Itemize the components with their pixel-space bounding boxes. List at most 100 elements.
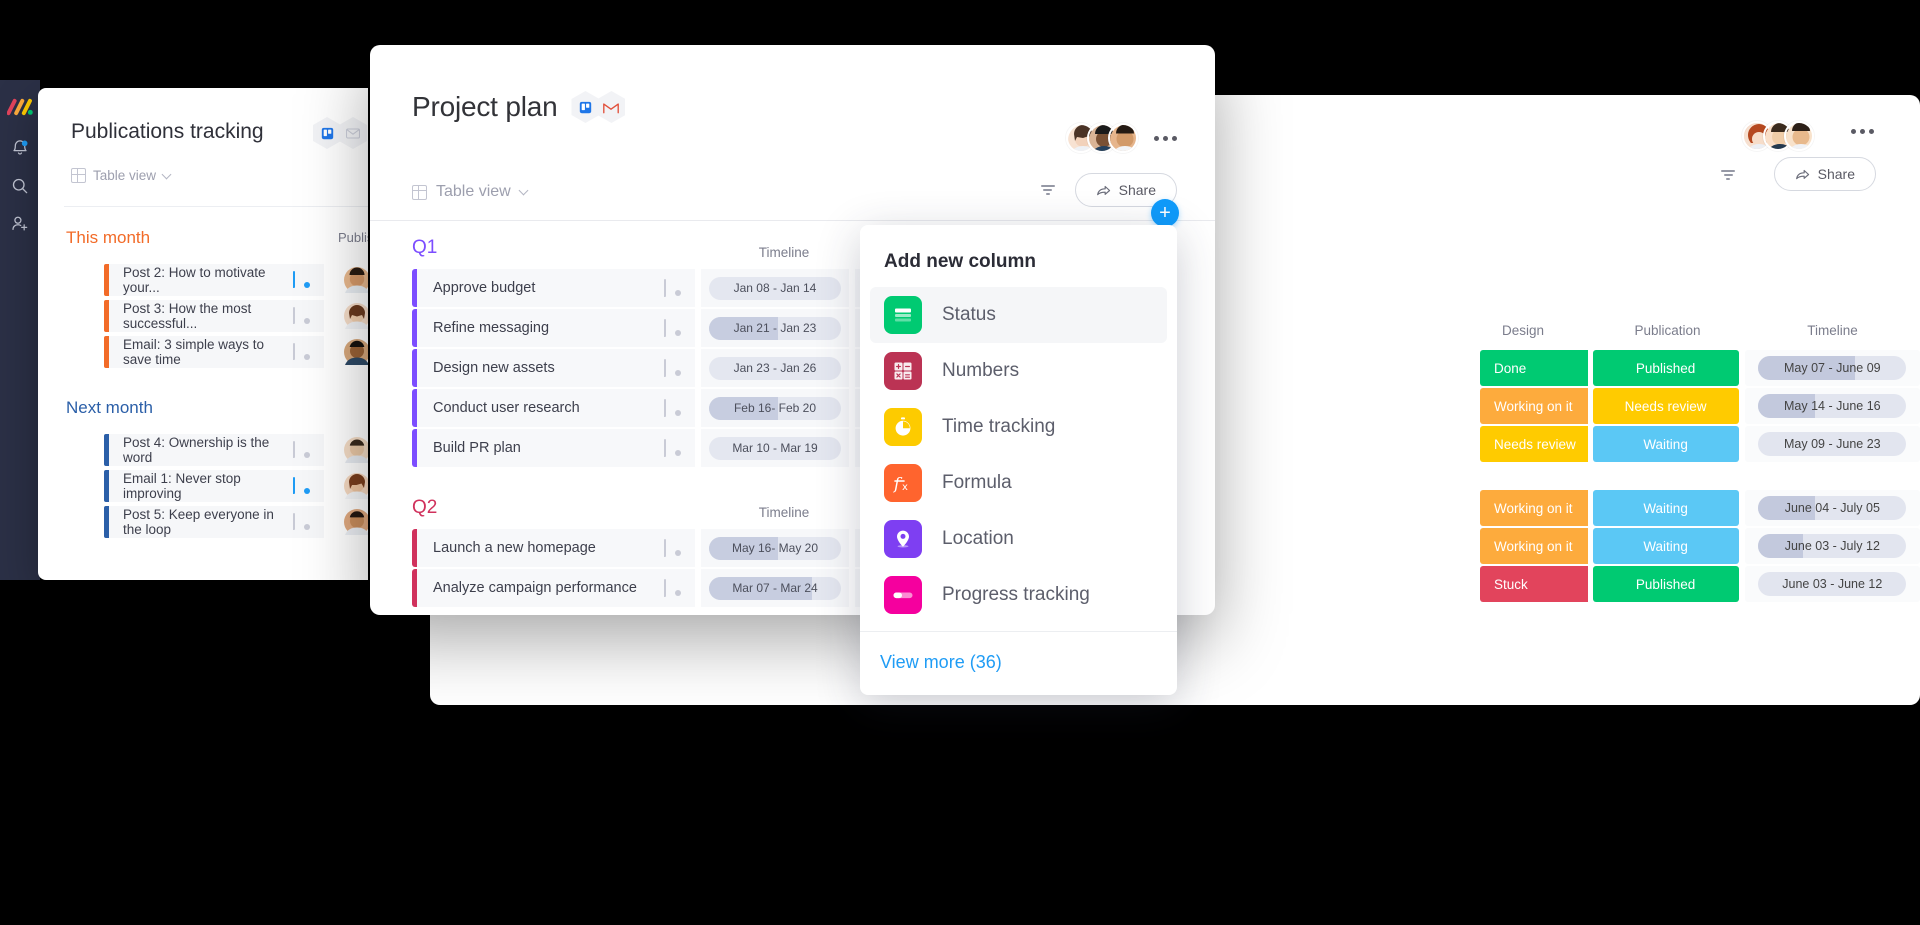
design-status-badge[interactable]: Stuck: [1480, 566, 1588, 602]
timeline-cell[interactable]: Jan 21 - Jan 23: [701, 309, 849, 347]
design-status-badge[interactable]: Working on it: [1480, 388, 1588, 424]
dropdown-item-numbers[interactable]: Numbers: [870, 343, 1167, 399]
comment-bubble-icon[interactable]: [293, 513, 310, 530]
avatar[interactable]: [344, 437, 368, 463]
view-selector[interactable]: Table view: [412, 183, 529, 201]
dropdown-item-formula[interactable]: f x Formula: [870, 455, 1167, 511]
comment-bubble-icon[interactable]: [664, 399, 681, 417]
timeline-cell[interactable]: May 07 - June 09: [1744, 350, 1920, 386]
dropdown-item-location[interactable]: Location: [870, 511, 1167, 567]
publication-status-badge[interactable]: Needs review: [1592, 388, 1739, 424]
design-status-badge[interactable]: Working on it: [1480, 490, 1588, 526]
task-name-cell[interactable]: Email: 3 simple ways to save time: [109, 336, 324, 368]
timeline-cell[interactable]: May 16- May 20: [701, 529, 849, 567]
avatar[interactable]: [344, 267, 368, 293]
dropdown-item-progress-tracking[interactable]: Progress tracking: [870, 567, 1167, 623]
publisher-cell[interactable]: [331, 470, 368, 502]
time-tracking-icon: [884, 408, 922, 446]
gmail-icon[interactable]: [597, 91, 626, 123]
task-name-cell[interactable]: Post 4: Ownership is the word: [109, 434, 324, 466]
timeline-cell[interactable]: Jan 08 - Jan 14: [701, 269, 849, 307]
comment-bubble-icon[interactable]: [664, 279, 681, 297]
task-name-cell[interactable]: Design new assets: [417, 349, 695, 387]
share-button[interactable]: Share: [1773, 157, 1876, 191]
bell-icon[interactable]: [10, 138, 30, 158]
timeline-cell[interactable]: June 03 - July 12: [1744, 528, 1920, 564]
task-name-cell[interactable]: Post 5: Keep everyone in the loop: [109, 506, 324, 538]
avatar[interactable]: [344, 339, 368, 365]
task-name-cell[interactable]: Launch a new homepage: [417, 529, 695, 567]
comment-bubble-icon[interactable]: [664, 319, 681, 337]
design-status-badge[interactable]: Needs review: [1480, 426, 1588, 462]
timeline-cell[interactable]: Mar 10 - Mar 19: [701, 429, 849, 467]
publisher-cell[interactable]: [331, 264, 368, 296]
add-column-button[interactable]: +: [1151, 199, 1179, 227]
filter-icon[interactable]: [1040, 185, 1055, 195]
avatar[interactable]: [1784, 121, 1814, 151]
mail-icon[interactable]: [339, 117, 367, 149]
timeline-cell[interactable]: May 09 - June 23: [1744, 426, 1920, 462]
task-name-cell[interactable]: Post 2: How to motivate your...: [109, 264, 324, 296]
timeline-cell[interactable]: June 03 - June 12: [1744, 566, 1920, 602]
dropdown-item-time-tracking[interactable]: Time tracking: [870, 399, 1167, 455]
comment-bubble-icon[interactable]: [293, 477, 310, 494]
search-icon[interactable]: [10, 176, 30, 196]
task-name-cell[interactable]: Build PR plan: [417, 429, 695, 467]
task-name-cell[interactable]: Analyze campaign performance: [417, 569, 695, 607]
task-name-cell[interactable]: Email 1: Never stop improving: [109, 470, 324, 502]
comment-bubble-icon[interactable]: [293, 441, 310, 458]
avatar[interactable]: [344, 473, 368, 499]
task-name-cell[interactable]: Refine messaging: [417, 309, 695, 347]
dropdown-item-status[interactable]: Status: [870, 287, 1167, 343]
view-more-link[interactable]: View more (36): [880, 652, 1002, 672]
task-name-cell[interactable]: Conduct user research: [417, 389, 695, 427]
list-item[interactable]: Post 2: How to motivate your...: [104, 264, 368, 296]
comment-bubble-icon[interactable]: [664, 579, 681, 597]
publication-status-badge[interactable]: Waiting: [1592, 490, 1739, 526]
more-options-button[interactable]: [1851, 129, 1874, 134]
comment-bubble-icon[interactable]: [293, 271, 310, 288]
list-item[interactable]: Post 4: Ownership is the word: [104, 434, 368, 466]
table-row[interactable]: Working on it Waiting June 03 - July 12: [1480, 528, 1920, 564]
timeline-cell[interactable]: June 04 - July 05: [1744, 490, 1920, 526]
filter-icon[interactable]: [1721, 170, 1735, 180]
avatar[interactable]: [344, 303, 368, 329]
avatar[interactable]: [1108, 123, 1138, 153]
task-name-cell[interactable]: Post 3: How the most successful...: [109, 300, 324, 332]
publisher-cell[interactable]: [331, 336, 368, 368]
more-options-button[interactable]: [1154, 135, 1177, 141]
comment-bubble-icon[interactable]: [664, 539, 681, 557]
publication-status-badge[interactable]: Published: [1592, 350, 1739, 386]
comment-bubble-icon[interactable]: [664, 439, 681, 457]
table-row[interactable]: Needs review Waiting May 09 - June 23: [1480, 426, 1920, 462]
table-row[interactable]: Stuck Published June 03 - June 12: [1480, 566, 1920, 602]
trello-icon[interactable]: [571, 91, 600, 123]
timeline-cell[interactable]: Mar 07 - Mar 24: [701, 569, 849, 607]
trello-icon[interactable]: [313, 117, 341, 149]
publication-status-badge[interactable]: Waiting: [1592, 426, 1739, 462]
invite-user-icon[interactable]: [10, 214, 30, 234]
publisher-cell[interactable]: [331, 506, 368, 538]
comment-bubble-icon[interactable]: [664, 359, 681, 377]
publisher-cell[interactable]: [331, 434, 368, 466]
list-item[interactable]: Post 5: Keep everyone in the loop: [104, 506, 368, 538]
timeline-cell[interactable]: May 14 - June 16: [1744, 388, 1920, 424]
publication-status-badge[interactable]: Waiting: [1592, 528, 1739, 564]
view-selector[interactable]: Table view: [71, 168, 172, 183]
publication-status-badge[interactable]: Published: [1592, 566, 1739, 602]
comment-bubble-icon[interactable]: [293, 307, 310, 324]
list-item[interactable]: Post 3: How the most successful...: [104, 300, 368, 332]
timeline-cell[interactable]: Feb 16- Feb 20: [701, 389, 849, 427]
table-row[interactable]: Working on it Needs review May 14 - June 1…: [1480, 388, 1920, 424]
design-status-badge[interactable]: Working on it: [1480, 528, 1588, 564]
list-item[interactable]: Email 1: Never stop improving: [104, 470, 368, 502]
avatar[interactable]: [344, 509, 368, 535]
task-name-cell[interactable]: Approve budget: [417, 269, 695, 307]
publisher-cell[interactable]: [331, 300, 368, 332]
table-row[interactable]: Working on it Waiting June 04 - July 05: [1480, 490, 1920, 526]
comment-bubble-icon[interactable]: [293, 343, 310, 360]
table-row[interactable]: Done Published May 07 - June 09: [1480, 350, 1920, 386]
timeline-cell[interactable]: Jan 23 - Jan 26: [701, 349, 849, 387]
design-status-badge[interactable]: Done: [1480, 350, 1588, 386]
list-item[interactable]: Email: 3 simple ways to save time: [104, 336, 368, 368]
